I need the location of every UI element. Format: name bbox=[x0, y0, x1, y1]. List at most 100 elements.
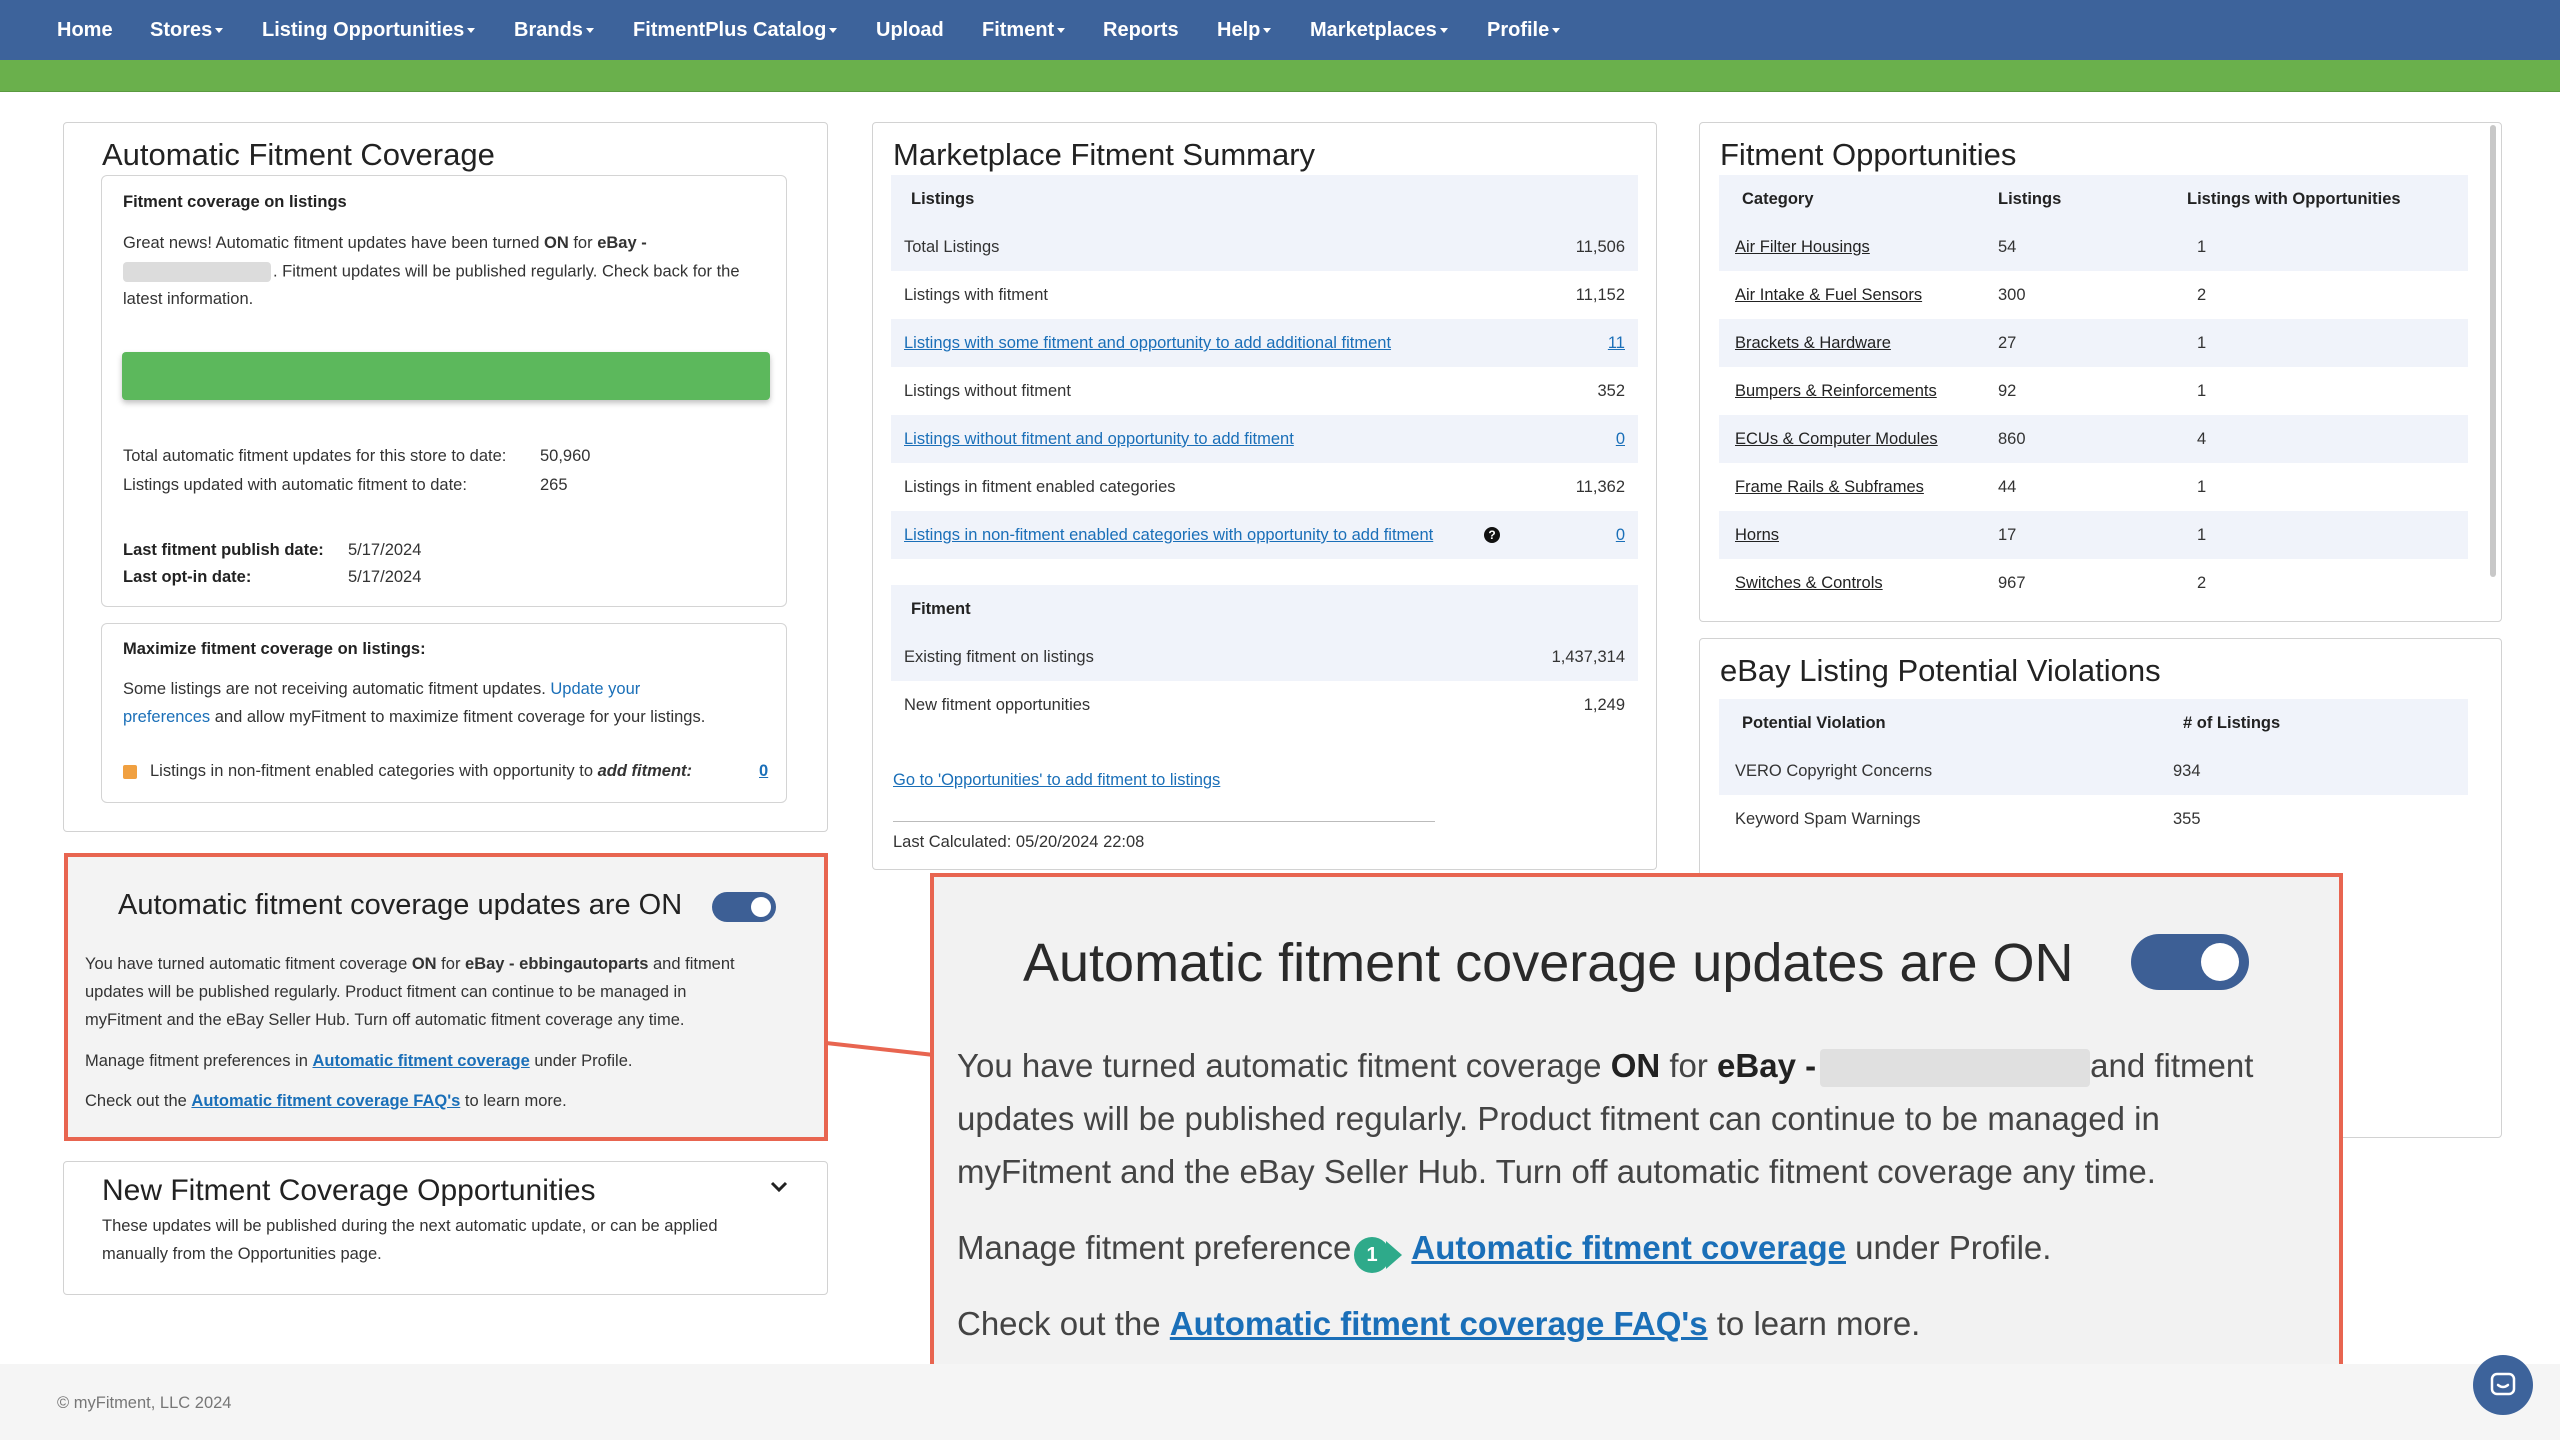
maximize-line-2: preferences and allow myFitment to maxim… bbox=[123, 708, 705, 727]
table-row[interactable]: Switches & Controls 967 2 bbox=[1719, 559, 2468, 605]
chevron-down-icon[interactable] bbox=[769, 1180, 789, 1194]
summary-row-label: Listings without fitment bbox=[904, 382, 1071, 400]
table-row[interactable]: Frame Rails & Subframes 44 1 bbox=[1719, 463, 2468, 511]
summary-row: Listings with fitment 11,152 bbox=[891, 271, 1638, 319]
summary-row-link[interactable]: Listings in non-fitment enabled categori… bbox=[904, 511, 1433, 559]
auto-coverage-toggle[interactable] bbox=[712, 892, 776, 922]
summary-listings-table: Listings Total Listings 11,506 Listings w… bbox=[891, 175, 1638, 714]
listings-count: 92 bbox=[1998, 382, 2017, 400]
legend-count-link[interactable]: 0 bbox=[759, 762, 768, 781]
summary-row: Listings in non-fitment enabled categori… bbox=[891, 511, 1638, 559]
chat-icon bbox=[2490, 1372, 2516, 1396]
toggle-p1-tail: and fitment bbox=[648, 955, 735, 973]
summary-row-value: 11,152 bbox=[1575, 286, 1625, 304]
fitment-row-label: Existing fitment on listings bbox=[904, 648, 1094, 666]
last-calculated: Last Calculated: 05/20/2024 22:08 bbox=[893, 833, 1145, 851]
toggle-knob bbox=[751, 897, 771, 917]
toggle-p1-on: ON bbox=[411, 955, 437, 973]
nav-profile[interactable]: Profile bbox=[1487, 0, 1561, 60]
toggle-p1-line3: myFitment and the eBay Seller Hub. Turn … bbox=[85, 1011, 685, 1029]
summary-row-link[interactable]: Listings without fitment and opportunity… bbox=[904, 415, 1294, 463]
chevron-down-icon bbox=[1057, 28, 1066, 34]
maximize-heading: Maximize fitment coverage on listings: bbox=[123, 640, 426, 658]
toggle-p1-for: for bbox=[436, 955, 466, 973]
zoom-line-1-text: You have turned automatic fitment covera… bbox=[957, 1047, 1611, 1084]
help-icon[interactable]: ? bbox=[1484, 527, 1500, 543]
table-row[interactable]: ECUs & Computer Modules 860 4 bbox=[1719, 415, 2468, 463]
category-link[interactable]: Horns bbox=[1735, 511, 1779, 559]
violations-header-row: Potential Violation # of Listings bbox=[1719, 699, 2468, 747]
preferences-link[interactable]: preferences bbox=[123, 708, 210, 726]
summary-row-value-link[interactable]: 11 bbox=[1608, 319, 1625, 367]
fitment-row-value: 1,249 bbox=[1583, 696, 1625, 714]
table-row: VERO Copyright Concerns 934 bbox=[1719, 747, 2468, 795]
nav-home[interactable]: Home bbox=[57, 0, 113, 60]
new-opportunities-title: New Fitment Coverage Opportunities bbox=[102, 1174, 596, 1207]
nav-stores-label: Stores bbox=[150, 19, 213, 41]
table-row[interactable]: Air Filter Housings 54 1 bbox=[1719, 223, 2468, 271]
toggle-p1-line1: You have turned automatic fitment covera… bbox=[85, 955, 735, 974]
category-link[interactable]: Bumpers & Reinforcements bbox=[1735, 367, 1937, 415]
summary-row-value: 11,506 bbox=[1575, 238, 1625, 256]
opportunities-header-row: Category Listings Listings with Opportun… bbox=[1719, 175, 2468, 223]
auto-coverage-link[interactable]: Automatic fitment coverage bbox=[312, 1052, 529, 1070]
zoom-faq-link[interactable]: Automatic fitment coverage FAQ's bbox=[1170, 1305, 1708, 1342]
publish-date-label: Last fitment publish date: bbox=[123, 541, 324, 559]
category-link[interactable]: Switches & Controls bbox=[1735, 559, 1883, 605]
fitment-row-label: New fitment opportunities bbox=[904, 696, 1091, 714]
summary-row-value: 352 bbox=[1597, 382, 1625, 400]
optin-date-label: Last opt-in date: bbox=[123, 568, 252, 586]
summary-row-value-link[interactable]: 0 bbox=[1616, 415, 1625, 463]
maximize-box: Maximize fitment coverage on listings: S… bbox=[101, 623, 787, 803]
toggle-p2-text: Manage fitment preferences in bbox=[85, 1052, 313, 1070]
nav-marketplaces[interactable]: Marketplaces bbox=[1310, 0, 1448, 60]
opportunities-title: Fitment Opportunities bbox=[1720, 137, 2017, 172]
faq-link[interactable]: Automatic fitment coverage FAQ's bbox=[191, 1092, 460, 1110]
nav-help[interactable]: Help bbox=[1217, 0, 1272, 60]
summary-row-link[interactable]: Listings with some fitment and opportuni… bbox=[904, 319, 1391, 367]
go-to-opportunities-link[interactable]: Go to 'Opportunities' to add fitment to … bbox=[893, 771, 1220, 790]
fitment-header: Fitment bbox=[911, 600, 971, 618]
nav-listing-opportunities-label: Listing Opportunities bbox=[262, 19, 465, 41]
news-on: ON bbox=[544, 234, 569, 252]
toggle-p1-text: You have turned automatic fitment covera… bbox=[85, 955, 412, 973]
nav-listing-opportunities[interactable]: Listing Opportunities bbox=[262, 0, 476, 60]
nav-reports[interactable]: Reports bbox=[1103, 0, 1179, 60]
news-for: for bbox=[568, 234, 598, 252]
summary-row: Listings without fitment and opportunity… bbox=[891, 415, 1638, 463]
category-link[interactable]: Brackets & Hardware bbox=[1735, 319, 1891, 367]
category-link[interactable]: Frame Rails & Subframes bbox=[1735, 463, 1924, 511]
table-row[interactable]: Brackets & Hardware 27 1 bbox=[1719, 319, 2468, 367]
table-row[interactable]: Bumpers & Reinforcements 92 1 bbox=[1719, 367, 2468, 415]
update-preferences-link[interactable]: Update your bbox=[550, 680, 640, 698]
scrollbar[interactable] bbox=[2490, 125, 2496, 577]
nav-brands[interactable]: Brands bbox=[514, 0, 594, 60]
coverage-progress-bar bbox=[122, 352, 770, 400]
chevron-down-icon bbox=[215, 28, 224, 34]
nav-fitment[interactable]: Fitment bbox=[982, 0, 1066, 60]
status-bar bbox=[0, 60, 2560, 92]
zoom-auto-coverage-link[interactable]: Automatic fitment coverage bbox=[1411, 1229, 1846, 1266]
zoom-toggle[interactable] bbox=[2131, 934, 2249, 990]
table-row[interactable]: Air Intake & Fuel Sensors 300 2 bbox=[1719, 271, 2468, 319]
zoom-title: Automatic fitment coverage updates are O… bbox=[1023, 933, 2074, 993]
chat-button[interactable] bbox=[2473, 1355, 2533, 1415]
publish-date-value: 5/17/2024 bbox=[348, 541, 422, 559]
nav-stores[interactable]: Stores bbox=[150, 0, 224, 60]
auto-coverage-toggle-panel: Automatic fitment coverage updates are O… bbox=[64, 853, 828, 1141]
summary-row-label: Listings in fitment enabled categories bbox=[904, 478, 1176, 496]
category-link[interactable]: Air Intake & Fuel Sensors bbox=[1735, 271, 1922, 319]
summary-row: Listings without fitment 352 bbox=[891, 367, 1638, 415]
nav-fitmentplus-catalog[interactable]: FitmentPlus Catalog bbox=[633, 0, 838, 60]
nav-fitment-label: Fitment bbox=[982, 19, 1055, 41]
listings-header: Listings bbox=[911, 190, 975, 208]
nav-upload[interactable]: Upload bbox=[876, 0, 944, 60]
toggle-p3-tail: to learn more. bbox=[460, 1092, 567, 1110]
category-link[interactable]: Air Filter Housings bbox=[1735, 223, 1870, 271]
fitment-row: New fitment opportunities 1,249 bbox=[891, 681, 1638, 729]
summary-row-value-link[interactable]: 0 bbox=[1616, 511, 1625, 559]
listings-header-row: Listings bbox=[891, 175, 1638, 223]
violations-title: eBay Listing Potential Violations bbox=[1720, 653, 2161, 688]
category-link[interactable]: ECUs & Computer Modules bbox=[1735, 415, 1938, 463]
table-row[interactable]: Horns 17 1 bbox=[1719, 511, 2468, 559]
